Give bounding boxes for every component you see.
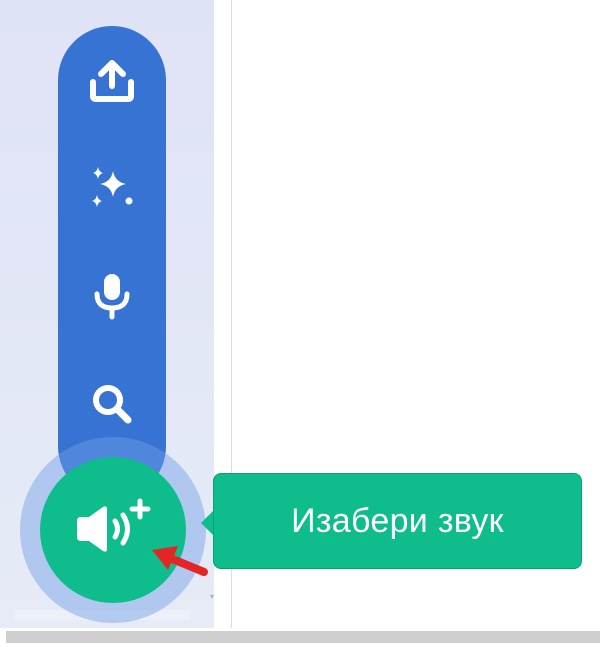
sound-editor-area: ▾ Изабери звук bbox=[0, 0, 600, 647]
surprise-sound-button[interactable] bbox=[58, 148, 166, 228]
tooltip-label: Изабери звук bbox=[291, 501, 504, 540]
sparkles-icon bbox=[92, 167, 133, 207]
search-icon bbox=[93, 385, 132, 424]
speaker-add-icon bbox=[77, 498, 151, 552]
horizontal-scrollbar[interactable] bbox=[0, 628, 600, 647]
scrollbar-thumb[interactable] bbox=[6, 631, 600, 643]
record-sound-button[interactable] bbox=[58, 256, 166, 336]
sound-menu-popup bbox=[58, 26, 166, 500]
choose-sound-button[interactable] bbox=[40, 457, 186, 603]
upload-sound-button[interactable] bbox=[58, 41, 166, 121]
choose-sound-tooltip: Изабери звук bbox=[213, 473, 582, 569]
annotation-arrow-icon bbox=[152, 546, 208, 576]
upload-icon bbox=[90, 60, 134, 102]
microphone-icon bbox=[94, 274, 130, 320]
search-sound-button[interactable] bbox=[58, 364, 166, 444]
scroll-arrow-icon[interactable]: ▾ bbox=[210, 592, 214, 601]
